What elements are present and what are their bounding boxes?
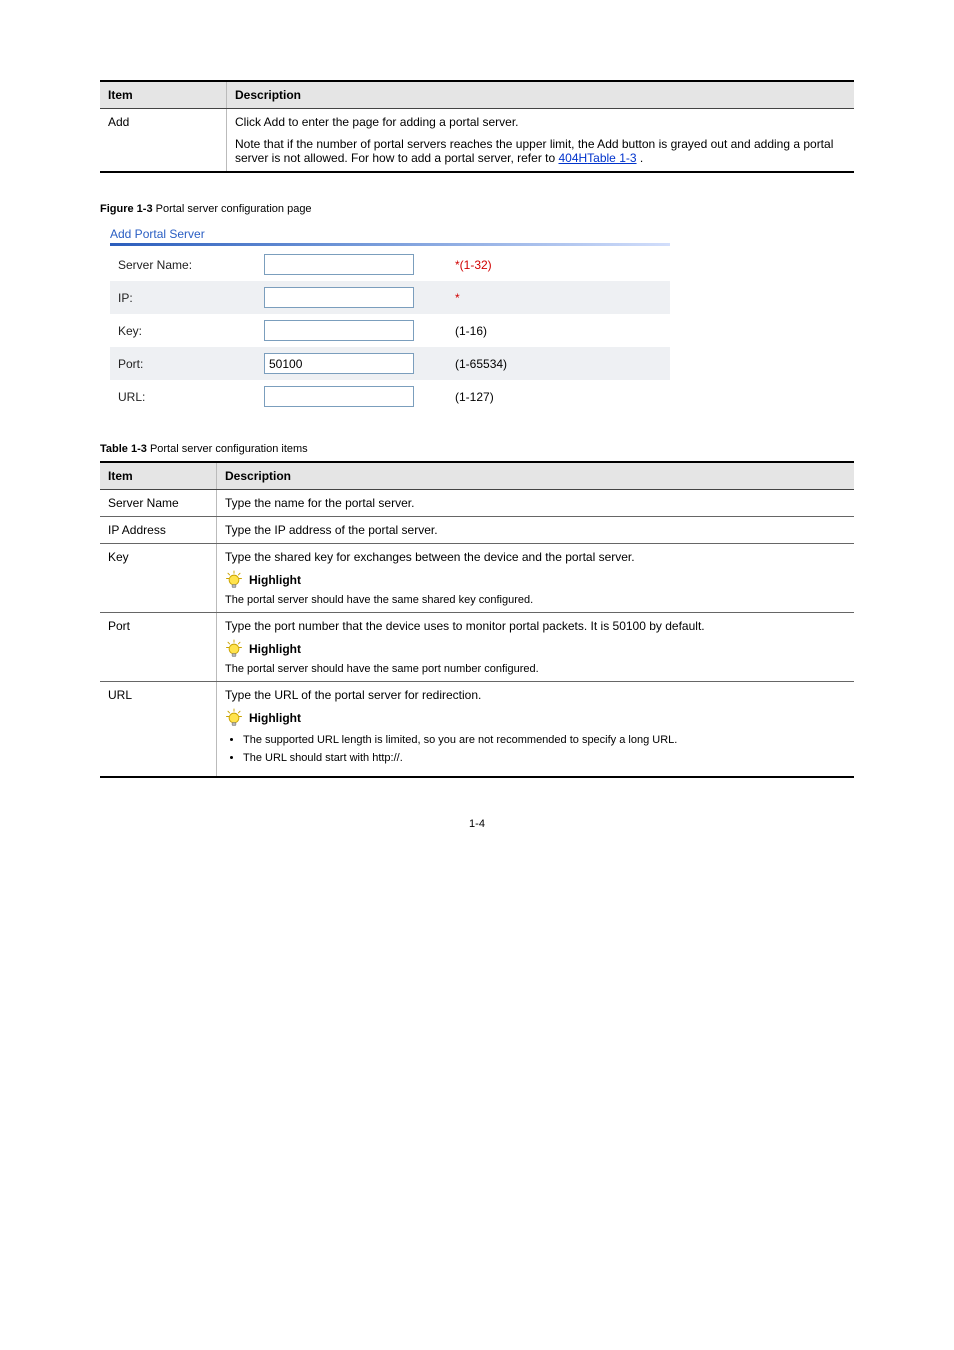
page-number: 1-4 [100,818,854,830]
add-portal-server-form: Add Portal Server Server Name:*(1-32)IP:… [110,223,670,413]
config-item-name: URL [100,682,217,778]
config-item-name: Server Name [100,490,217,517]
table-row: IP AddressType the IP address of the por… [100,517,854,544]
lightbulb-icon [225,708,243,728]
highlight-label: Highlight [249,642,301,656]
table1-note-prefix: Note that if the number of portal server… [235,137,833,165]
config-item-desc: Type the shared key for exchanges betwee… [217,544,855,613]
highlight-callout: Highlight [225,708,846,728]
figure-caption: Figure 1-3 Portal server configuration p… [100,203,854,215]
portal-field-hint: * [447,281,670,314]
portal-field-label: Server Name: [110,248,256,281]
portal-form-row: Server Name: *(1-32) [110,248,670,281]
portal-field-label: IP: [110,281,256,314]
table1-head-desc: Description [227,81,855,109]
highlight-label: Highlight [249,711,301,725]
table2-head-item: Item [100,462,217,490]
config-item-desc: Type the IP address of the portal server… [217,517,855,544]
table-row: PortType the port number that the device… [100,613,854,682]
table1-row-item: Add [100,109,227,173]
highlight-note: The portal server should have the same p… [225,663,846,675]
table-row: KeyType the shared key for exchanges bet… [100,544,854,613]
portal-form-row: IP: * [110,281,670,314]
portal-form-row: Port: (1-65534) [110,347,670,380]
config-item-desc: Type the name for the portal server. [217,490,855,517]
portal-form-divider [110,243,670,246]
table1-head-item: Item [100,81,227,109]
table1-row-desc: Click Add to enter the page for adding a… [227,109,855,173]
portal-field-input[interactable] [264,386,414,407]
config-item-desc: Type the URL of the portal server for re… [217,682,855,778]
highlight-note: The portal server should have the same s… [225,594,846,606]
portal-field-input[interactable] [264,320,414,341]
table1-desc-line1: Click Add to enter the page for adding a… [235,115,846,129]
portal-field-label: Key: [110,314,256,347]
portal-field-label: Port: [110,347,256,380]
lightbulb-icon [225,570,243,590]
table1-note-suffix: . [640,151,643,165]
config-item-name: Port [100,613,217,682]
portal-field-input[interactable] [264,353,414,374]
portal-field-hint: (1-16) [447,314,670,347]
table2-caption: Table 1-3 Portal server configuration it… [100,443,854,455]
list-item: The supported URL length is limited, so … [243,734,846,746]
portal-form-title: Add Portal Server [110,223,670,243]
add-description-table: Item Description Add Click Add to enter … [100,80,854,173]
portal-field-hint: (1-127) [447,380,670,413]
config-item-name: IP Address [100,517,217,544]
portal-field-label: URL: [110,380,256,413]
table-reference-link[interactable]: 404HTable 1-3 [558,151,636,165]
highlight-bullets: The supported URL length is limited, so … [243,734,846,764]
config-item-desc: Type the port number that the device use… [217,613,855,682]
portal-form-row: Key: (1-16) [110,314,670,347]
config-item-name: Key [100,544,217,613]
highlight-callout: Highlight [225,570,846,590]
highlight-label: Highlight [249,573,301,587]
list-item: The URL should start with http://. [243,752,846,764]
portal-field-hint: (1-65534) [447,347,670,380]
table-row: Server NameType the name for the portal … [100,490,854,517]
portal-field-input[interactable] [264,254,414,275]
portal-config-items-table: Item Description Server NameType the nam… [100,461,854,778]
table-row: URLType the URL of the portal server for… [100,682,854,778]
lightbulb-icon [225,639,243,659]
portal-field-hint: *(1-32) [447,248,670,281]
highlight-callout: Highlight [225,639,846,659]
portal-field-input[interactable] [264,287,414,308]
portal-form-row: URL: (1-127) [110,380,670,413]
table2-head-desc: Description [217,462,855,490]
